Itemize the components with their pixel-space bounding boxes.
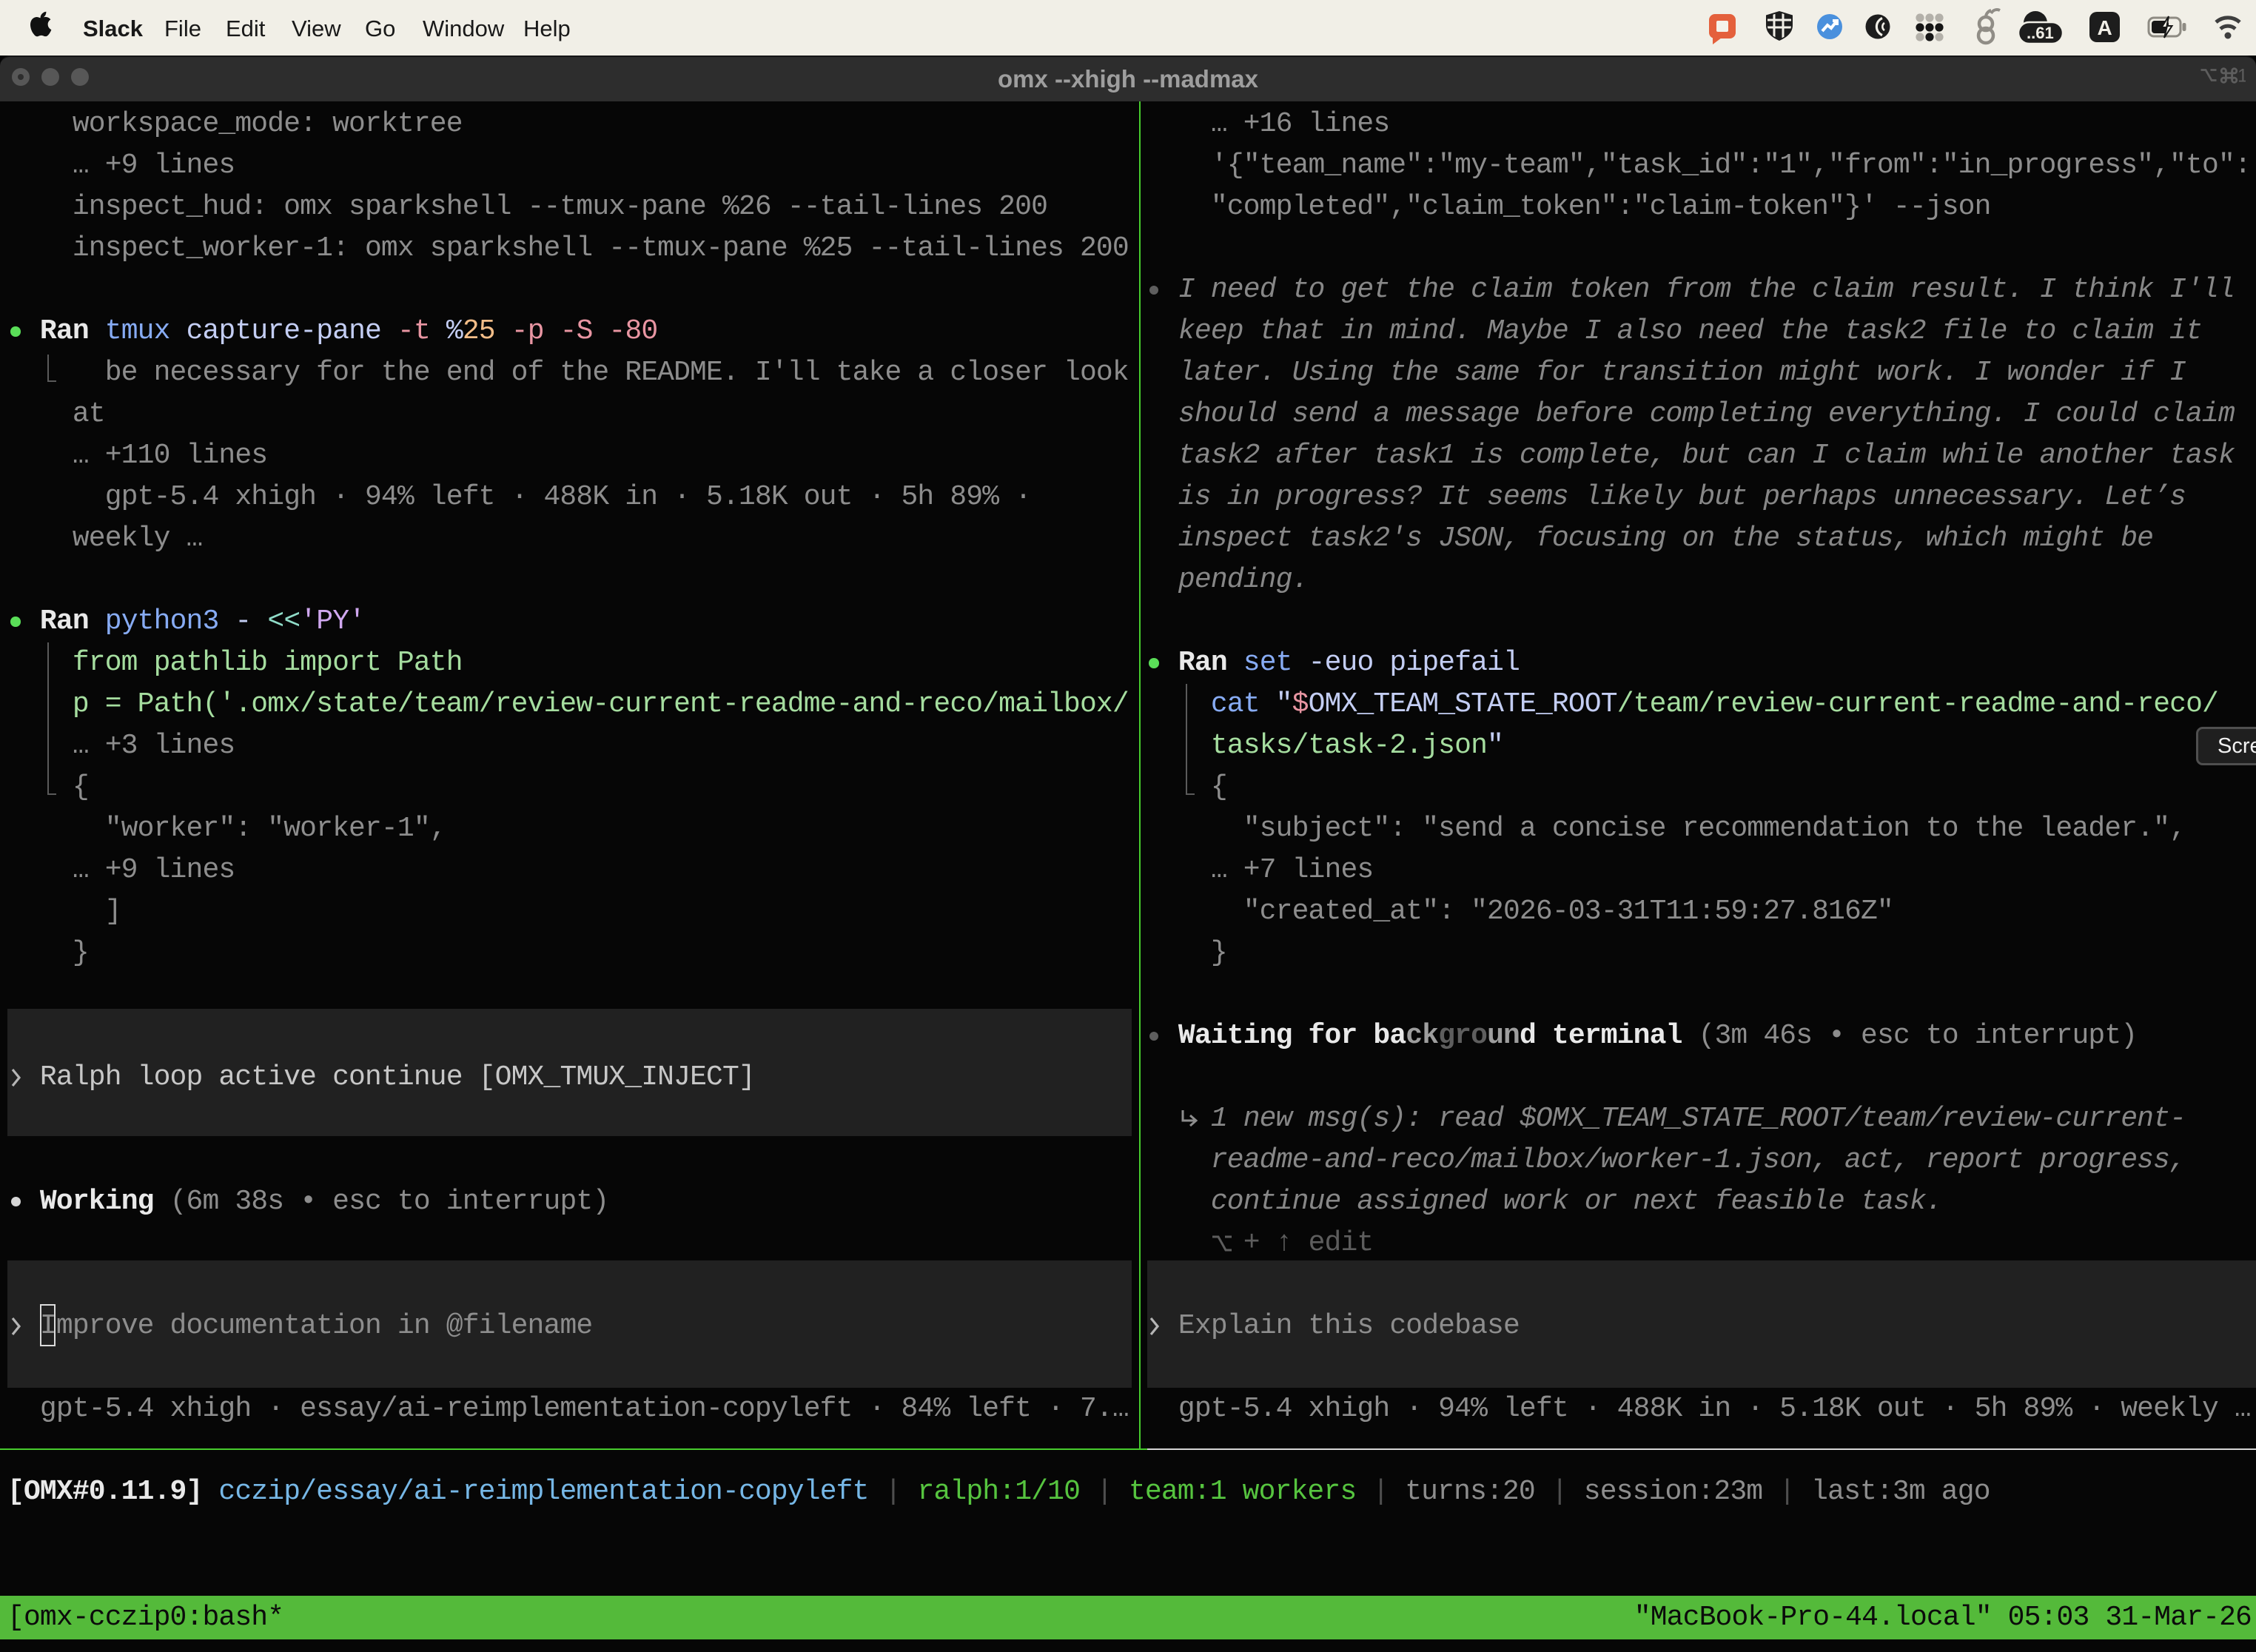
svg-text:1: 1: [2237, 67, 2246, 84]
svg-text:..61: ..61: [2027, 24, 2054, 42]
svg-text:A: A: [2098, 16, 2112, 39]
